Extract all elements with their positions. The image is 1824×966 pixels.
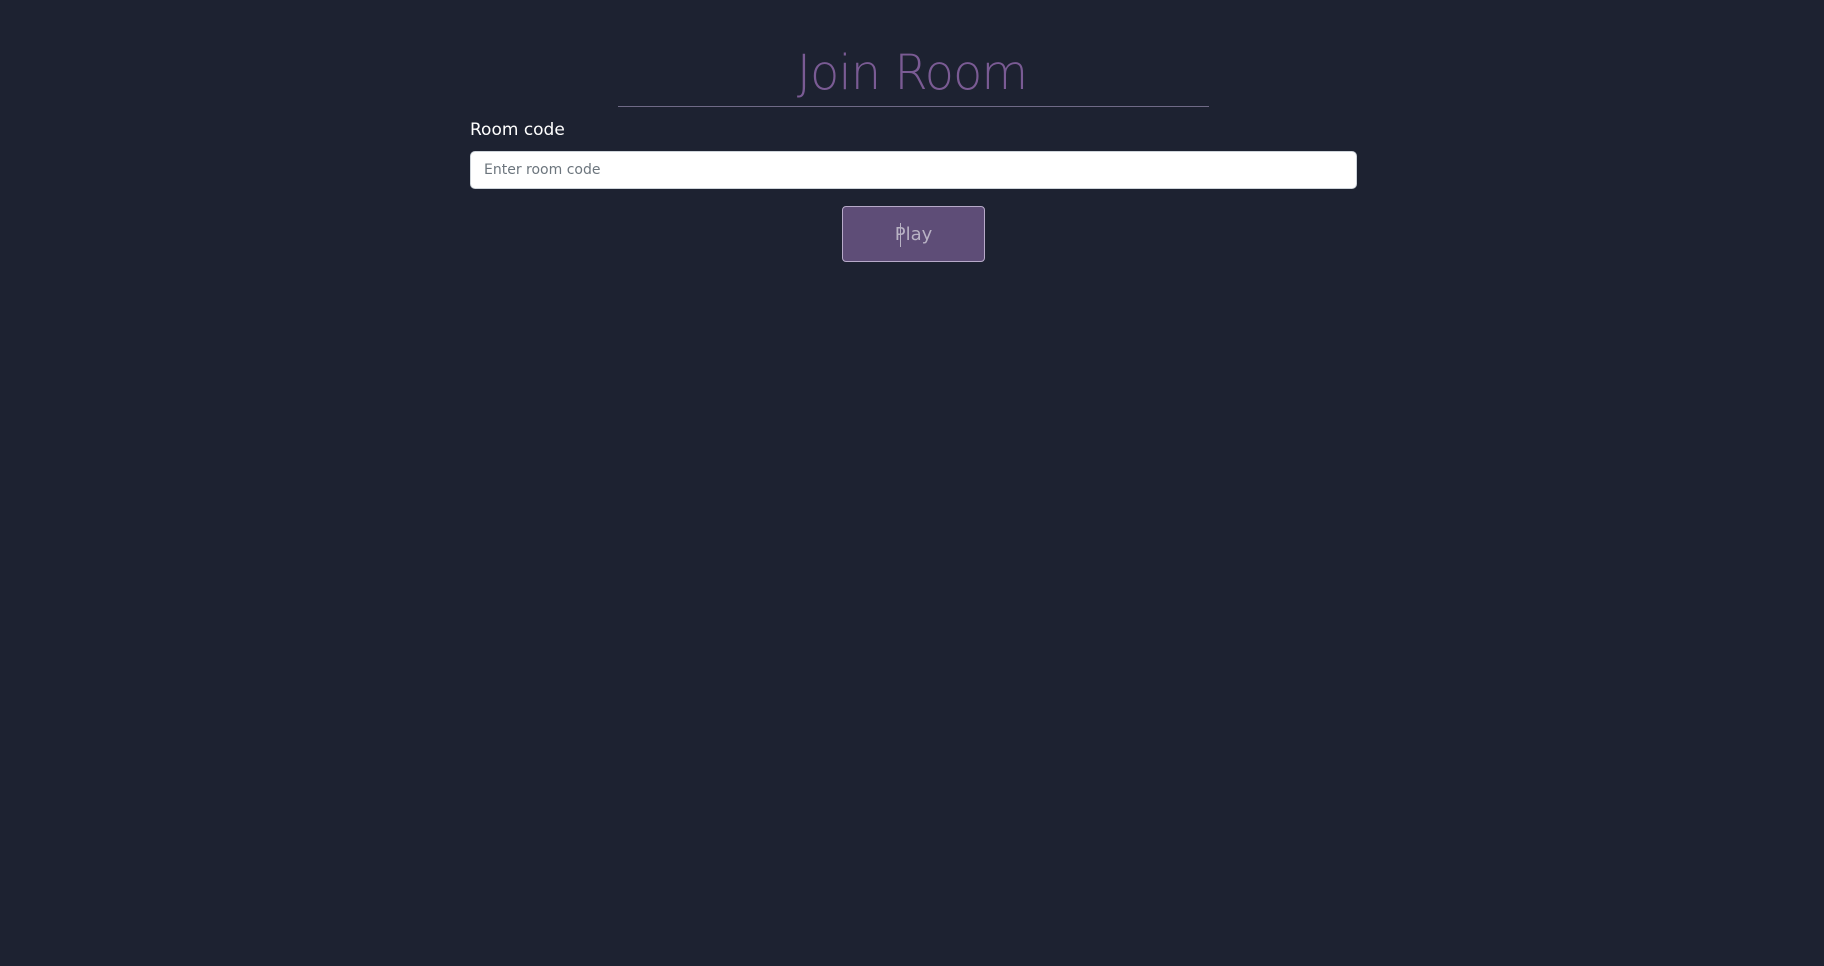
button-row: Play — [470, 206, 1357, 262]
join-room-form: Room code Play — [470, 118, 1357, 262]
text-cursor — [900, 223, 901, 247]
page-title: Join Room — [796, 45, 1028, 101]
join-room-page: Join Room Room code Play — [0, 0, 1824, 966]
title-divider — [618, 106, 1209, 107]
room-code-label: Room code — [470, 120, 565, 140]
play-button[interactable]: Play — [842, 206, 985, 262]
room-code-input[interactable] — [470, 151, 1357, 189]
